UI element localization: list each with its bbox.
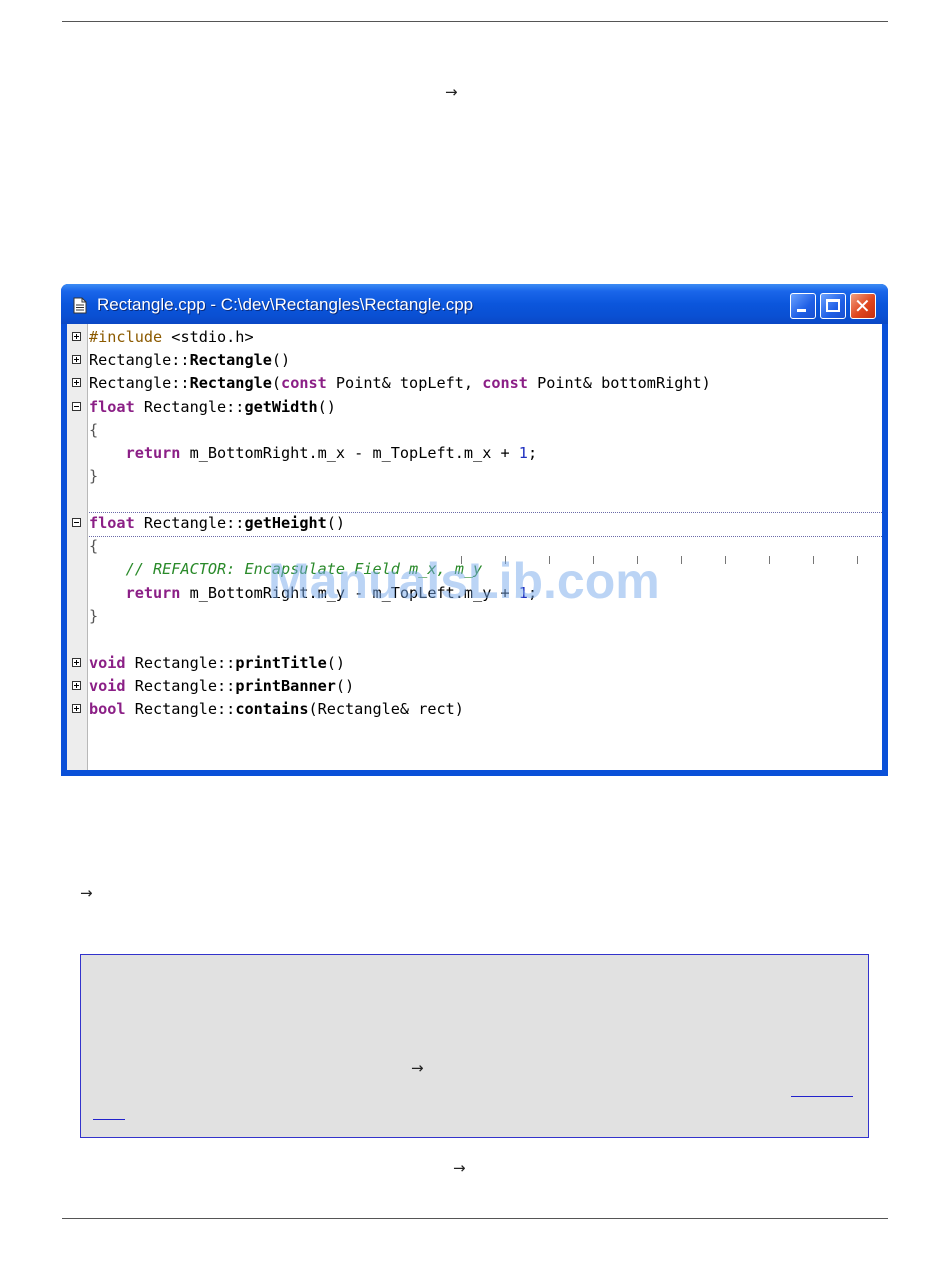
preprocessor-token: #include <box>89 328 172 346</box>
minimize-icon <box>797 309 806 312</box>
class-scope: Rectangle:: <box>134 514 245 532</box>
class-scope: Rectangle:: <box>125 700 236 718</box>
code-line: } <box>89 467 99 485</box>
params: () <box>326 514 346 532</box>
code-line: { <box>89 421 99 439</box>
code-line: #include <stdio.h> <box>89 327 254 347</box>
code-line: { <box>89 537 99 555</box>
code-line: void Rectangle::printTitle() <box>89 653 345 673</box>
link-underline[interactable] <box>93 1119 125 1120</box>
collapse-fold-icon[interactable] <box>72 518 81 527</box>
arrow-glyph-top: → <box>445 83 458 101</box>
header-rule <box>62 21 888 22</box>
expand-fold-icon[interactable] <box>72 681 81 690</box>
keyword: float <box>89 398 135 416</box>
params: ( <box>271 374 282 392</box>
keyword: bool <box>89 700 126 718</box>
footer-rule <box>62 1218 888 1219</box>
class-scope: Rectangle:: <box>125 654 236 672</box>
params: Point& topLeft, <box>326 374 483 392</box>
include-target: <stdio.h> <box>171 328 254 346</box>
arrow-glyph-mid: → <box>80 884 93 902</box>
code-line: Rectangle::Rectangle(const Point& topLef… <box>89 373 711 393</box>
editor-window: Rectangle.cpp - C:\dev\Rectangles\Rectan… <box>61 284 888 776</box>
dotted-separator <box>89 536 882 537</box>
function-name: Rectangle <box>189 351 272 369</box>
function-name: getHeight <box>244 514 327 532</box>
expand-fold-icon[interactable] <box>72 332 81 341</box>
window-titlebar[interactable]: Rectangle.cpp - C:\dev\Rectangles\Rectan… <box>61 284 888 324</box>
code-line-highlighted: float Rectangle::getHeight() <box>89 513 345 533</box>
params: () <box>271 351 291 369</box>
code-editor[interactable]: #include <stdio.h> Rectangle::Rectangle(… <box>67 324 882 770</box>
minimize-button[interactable] <box>790 293 816 319</box>
function-name: contains <box>235 700 309 718</box>
function-name: getWidth <box>244 398 318 416</box>
arrow-glyph-note: → <box>411 1059 424 1077</box>
params: () <box>335 677 355 695</box>
collapse-fold-icon[interactable] <box>72 402 81 411</box>
expand-fold-icon[interactable] <box>72 355 81 364</box>
keyword: void <box>89 677 126 695</box>
maximize-icon <box>826 299 840 312</box>
keyword: float <box>89 514 135 532</box>
close-icon: ✕ <box>854 294 871 318</box>
keyword: void <box>89 654 126 672</box>
params: () <box>326 654 346 672</box>
code-line: void Rectangle::printBanner() <box>89 676 354 696</box>
close-button[interactable]: ✕ <box>850 293 876 319</box>
code-line: Rectangle::Rectangle() <box>89 350 290 370</box>
params: () <box>317 398 336 416</box>
note-box: → <box>80 954 869 1138</box>
arrow-glyph-bottom: → <box>453 1159 466 1177</box>
function-name: printTitle <box>235 654 327 672</box>
params: (Rectangle& rect) <box>308 700 464 718</box>
keyword: return <box>125 444 181 462</box>
expression: m_BottomRight.m_x - m_TopLeft.m_x + <box>180 444 519 462</box>
keyword: return <box>125 584 181 602</box>
document-icon <box>73 297 87 314</box>
window-title: Rectangle.cpp - C:\dev\Rectangles\Rectan… <box>97 295 474 314</box>
code-line: return m_BottomRight.m_x - m_TopLeft.m_x… <box>89 443 538 463</box>
dotted-separator <box>89 512 882 513</box>
code-line: } <box>89 607 99 625</box>
expand-fold-icon[interactable] <box>72 378 81 387</box>
expand-fold-icon[interactable] <box>72 658 81 667</box>
keyword: const <box>482 374 528 392</box>
class-scope: Rectangle:: <box>134 398 245 416</box>
watermark: ManualsLib.com <box>268 553 660 609</box>
terminator: ; <box>527 444 538 462</box>
code-line: float Rectangle::getWidth() <box>89 397 336 417</box>
keyword: const <box>281 374 327 392</box>
class-scope: Rectangle:: <box>89 351 190 369</box>
function-name: printBanner <box>235 677 336 695</box>
function-name: Rectangle <box>189 374 272 392</box>
expand-fold-icon[interactable] <box>72 704 81 713</box>
number-literal: 1 <box>518 444 528 462</box>
code-line: bool Rectangle::contains(Rectangle& rect… <box>89 699 464 719</box>
maximize-button[interactable] <box>820 293 846 319</box>
params: Point& bottomRight) <box>527 374 711 392</box>
class-scope: Rectangle:: <box>89 374 190 392</box>
link-underline[interactable] <box>791 1096 853 1097</box>
class-scope: Rectangle:: <box>125 677 236 695</box>
